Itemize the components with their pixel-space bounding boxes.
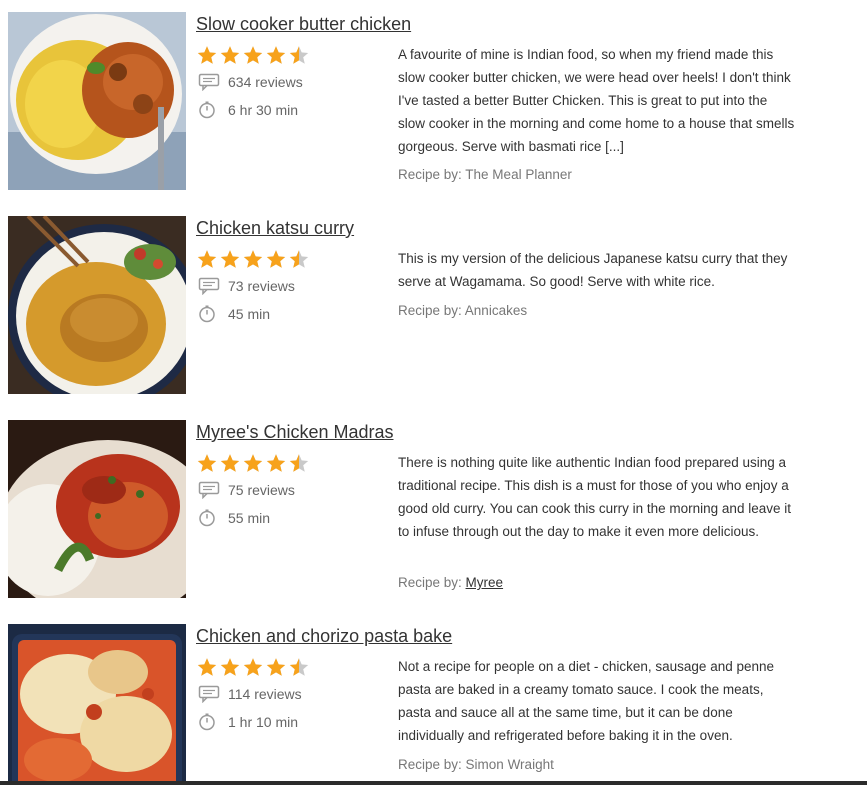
recipe-image-butter-chicken[interactable] bbox=[8, 12, 186, 190]
recipe-title[interactable]: Chicken and chorizo pasta bake bbox=[196, 624, 452, 648]
star-icon bbox=[220, 250, 240, 268]
star-icon bbox=[266, 250, 286, 268]
cook-time-value: 55 min bbox=[228, 510, 271, 526]
star-icon bbox=[243, 454, 263, 472]
cook-time-value: 1 hr 10 min bbox=[228, 714, 299, 730]
star-icon bbox=[220, 46, 240, 64]
recipe-card: Chicken katsu curry 73 reviews 45 min Th… bbox=[8, 216, 858, 396]
recipe-description: Not a recipe for people on a diet - chic… bbox=[398, 659, 775, 743]
recipe-card: Chicken and chorizo pasta bake 114 revie… bbox=[8, 624, 858, 785]
comment-icon bbox=[198, 685, 220, 703]
recipe-byline: Recipe by: Simon Wraight bbox=[398, 755, 554, 775]
star-icon bbox=[197, 454, 217, 472]
reviews-count: 73 reviews bbox=[228, 278, 295, 294]
reviews-count: 114 reviews bbox=[228, 686, 302, 702]
timer-icon bbox=[199, 305, 215, 323]
star-icon bbox=[243, 658, 263, 676]
rating-stars bbox=[196, 452, 310, 476]
star-icon bbox=[289, 250, 309, 268]
bottom-bar bbox=[0, 781, 867, 785]
recipe-description: This is my version of the delicious Japa… bbox=[398, 251, 788, 289]
star-icon bbox=[289, 454, 309, 472]
comment-icon bbox=[198, 481, 220, 499]
reviews-count: 75 reviews bbox=[228, 482, 295, 498]
cook-time-value: 6 hr 30 min bbox=[228, 102, 299, 118]
recipe-image-pasta-bake[interactable] bbox=[8, 624, 186, 785]
recipe-image-chicken-madras[interactable] bbox=[8, 420, 186, 598]
star-icon bbox=[266, 46, 286, 64]
recipe-byline: Recipe by: The Meal Planner bbox=[398, 165, 572, 185]
recipe-card: Slow cooker butter chicken 634 reviews 6… bbox=[8, 12, 858, 192]
recipe-byline: Recipe by: Myree bbox=[398, 573, 503, 593]
star-icon bbox=[266, 454, 286, 472]
rating-stars bbox=[196, 248, 310, 272]
star-icon bbox=[197, 46, 217, 64]
recipe-title[interactable]: Chicken katsu curry bbox=[196, 216, 354, 240]
comment-icon bbox=[198, 277, 220, 295]
author-link[interactable]: Myree bbox=[466, 575, 504, 590]
cook-time: 55 min bbox=[198, 508, 270, 528]
timer-icon bbox=[199, 713, 215, 731]
reviews-link[interactable]: 114 reviews bbox=[198, 684, 302, 704]
recipe-image-katsu-curry[interactable] bbox=[8, 216, 186, 394]
reviews-count: 634 reviews bbox=[228, 74, 303, 90]
star-icon bbox=[220, 658, 240, 676]
timer-icon bbox=[199, 509, 215, 527]
recipe-photo bbox=[8, 420, 186, 598]
recipe-description: A favourite of mine is Indian food, so w… bbox=[398, 47, 795, 154]
reviews-link[interactable]: 75 reviews bbox=[198, 480, 295, 500]
star-icon bbox=[289, 46, 309, 64]
byline-label: Recipe by: bbox=[398, 303, 465, 318]
reviews-link[interactable]: 634 reviews bbox=[198, 72, 303, 92]
recipe-title[interactable]: Slow cooker butter chicken bbox=[196, 12, 411, 36]
recipe-card: Myree's Chicken Madras 75 reviews 55 min… bbox=[8, 420, 858, 600]
reviews-link[interactable]: 73 reviews bbox=[198, 276, 295, 296]
recipe-description: There is nothing quite like authentic In… bbox=[398, 455, 791, 539]
recipe-photo bbox=[8, 624, 186, 785]
byline-label: Recipe by: bbox=[398, 167, 466, 182]
comment-icon bbox=[198, 73, 220, 91]
star-icon bbox=[197, 250, 217, 268]
recipe-photo bbox=[8, 216, 186, 394]
cook-time: 1 hr 10 min bbox=[198, 712, 298, 732]
star-icon bbox=[289, 658, 309, 676]
recipe-byline: Recipe by: Annicakes bbox=[398, 301, 527, 321]
recipe-photo bbox=[8, 12, 186, 190]
star-icon bbox=[220, 454, 240, 472]
author-name: The Meal Planner bbox=[465, 167, 572, 182]
timer-icon bbox=[199, 101, 215, 119]
author-name: Annicakes bbox=[464, 303, 528, 318]
byline-label: Recipe by: bbox=[398, 575, 466, 590]
star-icon bbox=[197, 658, 217, 676]
byline-label: Recipe by: bbox=[398, 757, 466, 772]
recipe-title[interactable]: Myree's Chicken Madras bbox=[196, 420, 394, 444]
star-icon bbox=[243, 46, 263, 64]
star-icon bbox=[266, 658, 286, 676]
rating-stars bbox=[196, 44, 310, 68]
star-icon bbox=[243, 250, 263, 268]
cook-time-value: 45 min bbox=[228, 306, 271, 322]
author-name: Simon Wraight bbox=[465, 757, 554, 772]
cook-time: 45 min bbox=[198, 304, 270, 324]
rating-stars bbox=[196, 656, 310, 680]
cook-time: 6 hr 30 min bbox=[198, 100, 298, 120]
